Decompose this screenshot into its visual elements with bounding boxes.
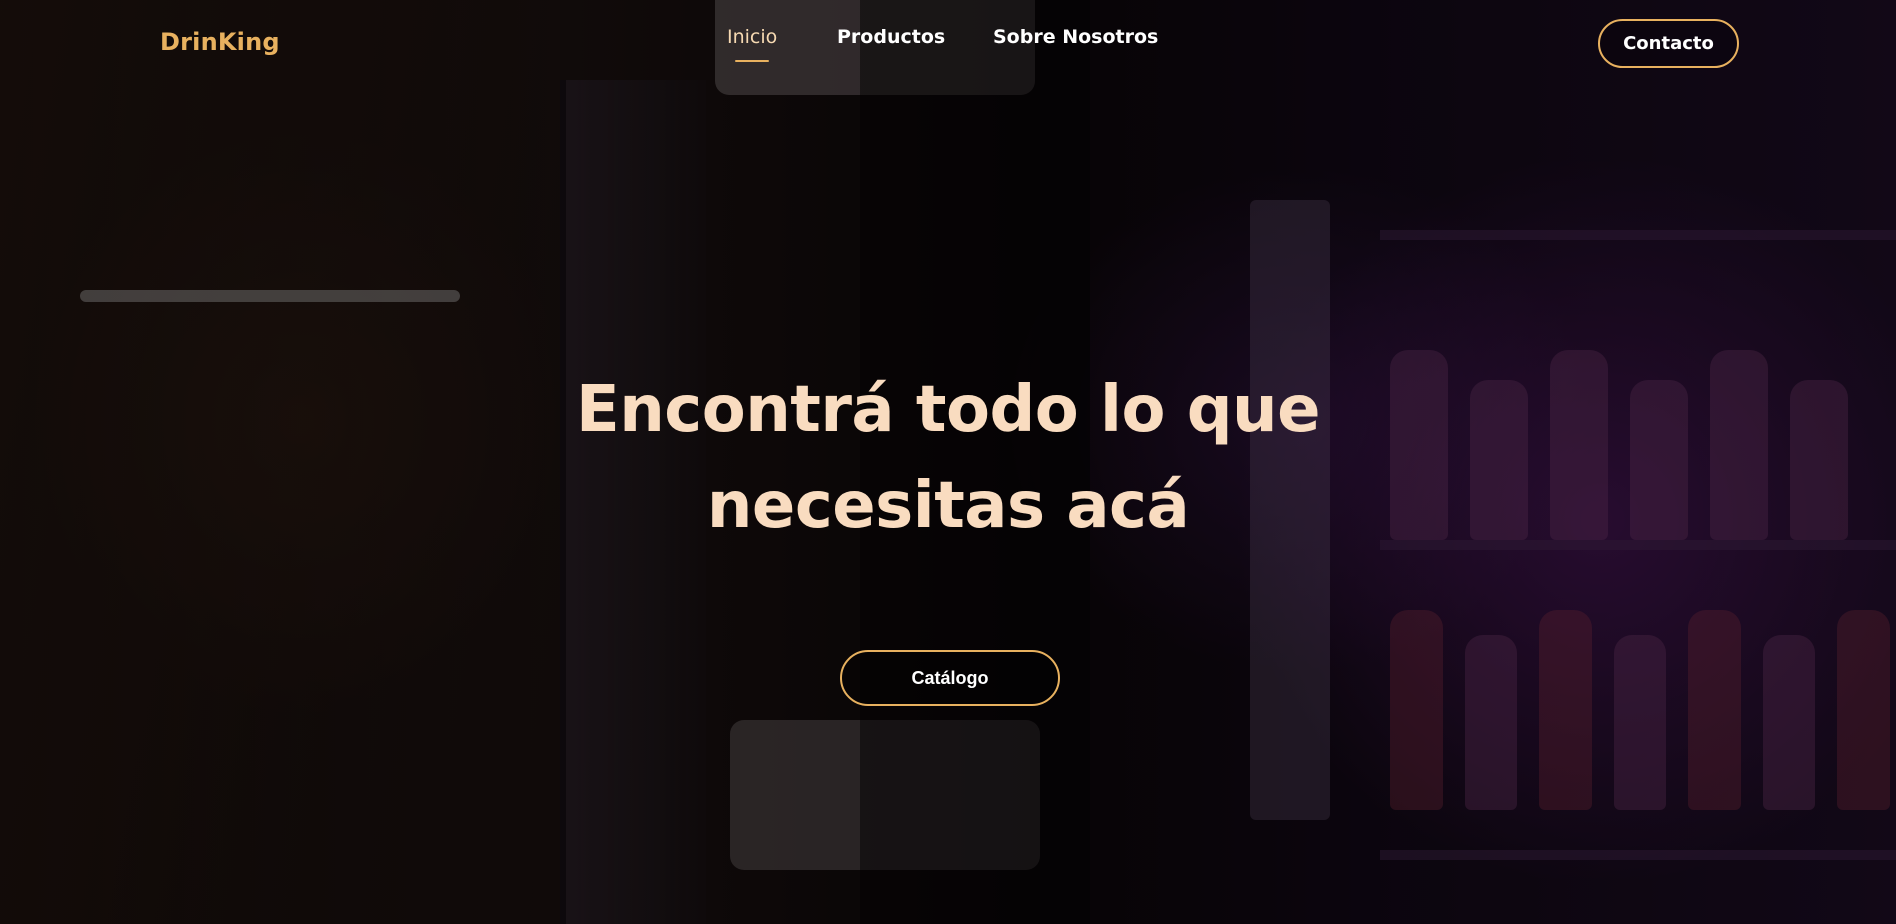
catalog-button[interactable]: Catálogo [840,650,1060,706]
nav-link-inicio[interactable]: Inicio [727,26,777,48]
hero-headline: Encontrá todo lo que necesitas acá [576,373,1320,543]
nav-link-sobre-nosotros[interactable]: Sobre Nosotros [993,26,1158,48]
active-nav-indicator [735,60,769,62]
nav-link-productos[interactable]: Productos [837,26,945,48]
site-logo[interactable]: DrinKing [160,28,280,56]
contact-button[interactable]: Contacto [1598,19,1739,68]
